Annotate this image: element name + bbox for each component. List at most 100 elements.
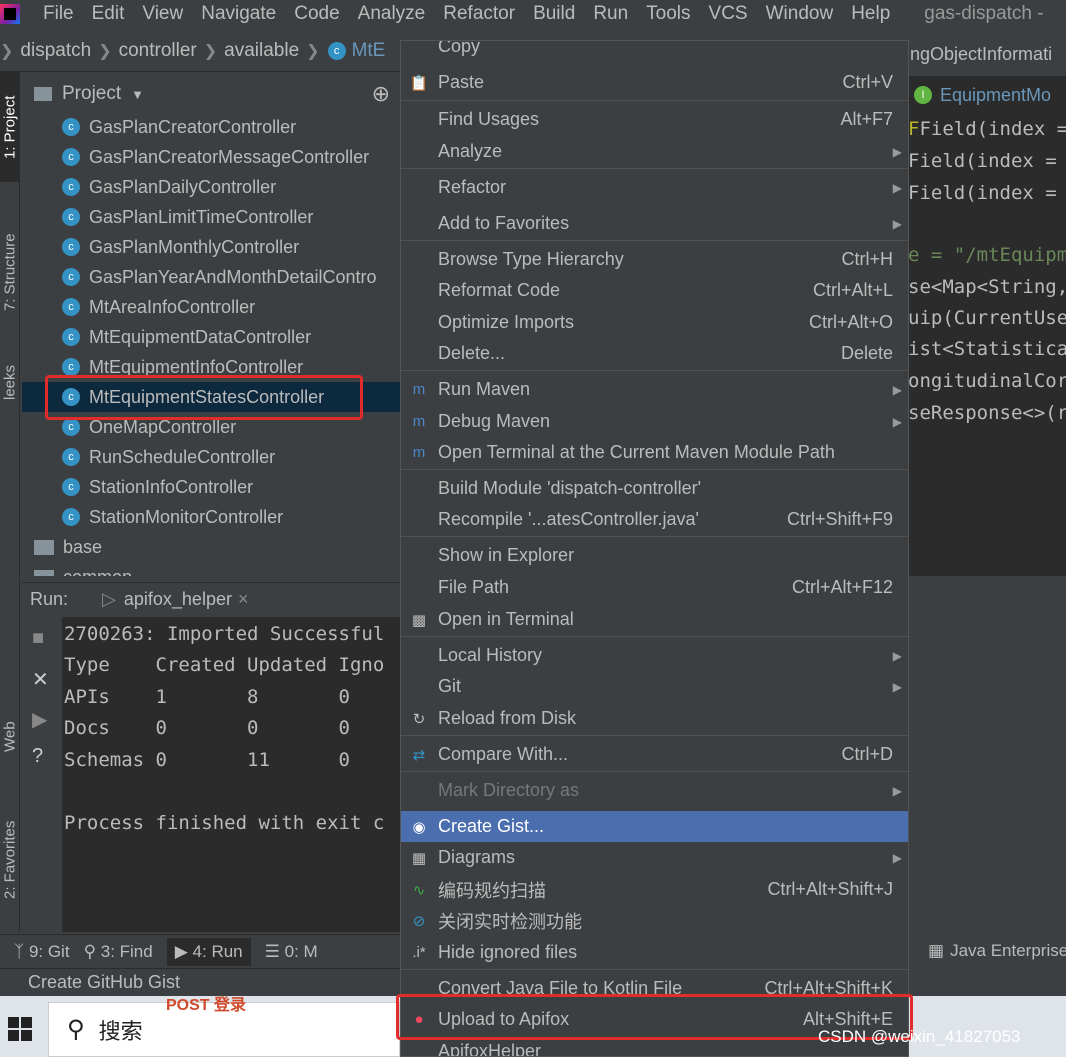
tree-item[interactable]: c GasPlanLimitTimeController <box>22 202 400 232</box>
menu-item-copy[interactable]: Copy <box>401 40 908 62</box>
tree-item-label: GasPlanCreatorController <box>89 116 297 137</box>
find-tool-button[interactable]: ⚲ 3: Find <box>84 942 153 962</box>
menu-build[interactable]: Build <box>533 3 575 25</box>
chevron-right-icon: ❯ <box>306 42 320 60</box>
menu-item-file-path[interactable]: File Path Ctrl+Alt+F12 <box>401 572 908 603</box>
menu-item-debug-maven[interactable]: m Debug Maven ▶ <box>401 406 908 437</box>
menu-item-label: Recompile '...atesController.java' <box>438 509 699 529</box>
tree-item[interactable]: c GasPlanMonthlyController <box>22 232 400 262</box>
tab-structure[interactable]: 7: Structure <box>0 212 20 332</box>
chevron-right-icon: ❯ <box>0 42 14 60</box>
list-icon: ☰ <box>264 941 280 961</box>
tree-folder-common[interactable]: common <box>22 562 400 576</box>
menu-item-find-usages[interactable]: Find Usages Alt+F7 <box>401 104 908 135</box>
stop-icon[interactable]: ■ <box>32 627 44 650</box>
menu-item-label: Hide ignored files <box>438 942 578 962</box>
tab-project[interactable]: 1: Project <box>0 72 20 182</box>
code-line: seResponse<>(r <box>908 402 1066 424</box>
menu-item-recompile-atescontroller-java[interactable]: Recompile '...atesController.java' Ctrl+S… <box>401 504 908 535</box>
menu-item-compare-with[interactable]: ⇄ Compare With... Ctrl+D <box>401 739 908 770</box>
menu-item-show-in-explorer[interactable]: Show in Explorer <box>401 540 908 571</box>
tab-leeks[interactable]: leeks <box>0 352 20 412</box>
run-tab[interactable]: ▷ apifox_helper × <box>102 589 248 610</box>
menu-item-paste[interactable]: 📋 Paste Ctrl+V <box>401 67 908 98</box>
console-output[interactable]: 2700263: Imported Successful Type Create… <box>62 617 400 932</box>
menu-item[interactable]: ⊘ 关闭实时检测功能 <box>401 905 908 936</box>
tree-item[interactable]: c StationMonitorController <box>22 502 400 532</box>
tree-folder-base[interactable]: base <box>22 532 400 562</box>
tree-item[interactable]: c GasPlanYearAndMonthDetailContro <box>22 262 400 292</box>
menu-item-run-maven[interactable]: m Run Maven ▶ <box>401 374 908 405</box>
menu-tools[interactable]: Tools <box>646 3 690 25</box>
menu-item-reformat-code[interactable]: Reformat Code Ctrl+Alt+L <box>401 275 908 306</box>
class-icon: c <box>62 118 80 136</box>
menu-item-hide-ignored-files[interactable]: .i* Hide ignored files <box>401 937 908 968</box>
menu-item-delete[interactable]: Delete... Delete <box>401 338 908 369</box>
tree-item[interactable]: c GasPlanDailyController <box>22 172 400 202</box>
todo-tool-button[interactable]: ☰ 0: M <box>265 942 318 962</box>
menu-item-analyze[interactable]: Analyze ▶ <box>401 136 908 167</box>
breadcrumb-file[interactable]: MtE <box>352 40 386 62</box>
rerun-icon[interactable]: ▶ <box>32 707 47 732</box>
menu-item-create-gist[interactable]: ◉ Create Gist... <box>401 811 908 842</box>
menu-item-refactor[interactable]: Refactor ▶ <box>401 172 908 203</box>
menu-file[interactable]: File <box>43 3 74 25</box>
menu-vcs[interactable]: VCS <box>709 3 748 25</box>
close-icon[interactable]: × <box>238 589 249 609</box>
menu-item-local-history[interactable]: Local History ▶ <box>401 640 908 671</box>
run-tool-button[interactable]: ▶ 4: Run <box>166 937 251 966</box>
code-line: e = "/mtEquipm <box>908 244 1066 266</box>
tab-favorites[interactable]: 2: Favorites <box>0 800 20 920</box>
tree-item[interactable]: c RunScheduleController <box>22 442 400 472</box>
maven-terminal-icon: m <box>412 444 426 461</box>
windows-start-icon[interactable] <box>0 1000 40 1057</box>
menu-item-optimize-imports[interactable]: Optimize Imports Ctrl+Alt+O <box>401 307 908 338</box>
menu-item-label: Open Terminal at the Current Maven Modul… <box>438 442 835 462</box>
menu-item-git[interactable]: Git ▶ <box>401 671 908 702</box>
menu-run[interactable]: Run <box>593 3 628 25</box>
menu-view[interactable]: View <box>142 3 183 25</box>
tree-item[interactable]: c MtEquipmentDataController <box>22 322 400 352</box>
tree-item[interactable]: c GasPlanCreatorMessageController <box>22 142 400 172</box>
menu-item-open-terminal-at-the-current-maven-module-path[interactable]: m Open Terminal at the Current Maven Modu… <box>401 437 908 468</box>
code-line: ist<Statistica <box>908 338 1066 360</box>
menu-item[interactable]: ∿ 编码规约扫描 Ctrl+Alt+Shift+J <box>401 874 908 905</box>
git-tool-button[interactable]: ᛉ 9: Git <box>14 942 70 962</box>
menu-navigate[interactable]: Navigate <box>201 3 276 25</box>
menu-code[interactable]: Code <box>294 3 339 25</box>
close-icon[interactable]: ✕ <box>32 667 49 692</box>
tree-item[interactable]: c StationInfoController <box>22 472 400 502</box>
editor-tab-2[interactable]: I EquipmentMo <box>900 80 1066 110</box>
target-icon[interactable]: ⊕ <box>372 81 390 107</box>
menu-separator <box>401 469 908 470</box>
menu-item-open-in-terminal[interactable]: ▩ Open in Terminal <box>401 604 908 635</box>
menu-window[interactable]: Window <box>766 3 834 25</box>
code-editor[interactable]: FField(index = Field(index = Field(index… <box>900 76 1066 576</box>
menu-analyze[interactable]: Analyze <box>358 3 426 25</box>
menu-refactor[interactable]: Refactor <box>443 3 515 25</box>
project-header[interactable]: Project ▼ ⊕ <box>22 76 400 112</box>
menu-item-build-module-dispatch-controller[interactable]: Build Module 'dispatch-controller' <box>401 473 908 504</box>
breadcrumb-available[interactable]: available <box>224 40 299 62</box>
menu-item-browse-type-hierarchy[interactable]: Browse Type Hierarchy Ctrl+H <box>401 244 908 275</box>
tree-item[interactable]: c GasPlanCreatorController <box>22 112 400 142</box>
tree-item[interactable]: c MtAreaInfoController <box>22 292 400 322</box>
context-menu: Copy 📋 Paste Ctrl+V Find Usages Alt+F7 Analyze… <box>400 40 909 1057</box>
menu-item-add-to-favorites[interactable]: Add to Favorites ▶ <box>401 208 908 239</box>
tree-item-label: StationMonitorController <box>89 506 284 527</box>
editor-tab-1[interactable]: ngObjectInformati <box>910 44 1052 65</box>
java-enterprise-button[interactable]: Java Enterprise <box>950 941 1066 961</box>
code-line: se<Map<String, <box>908 276 1066 298</box>
menu-help[interactable]: Help <box>851 3 890 25</box>
breadcrumb-dispatch[interactable]: dispatch <box>20 40 91 62</box>
tab-web[interactable]: Web <box>0 702 20 772</box>
menu-item-label: Copy <box>438 40 481 56</box>
console-line: Process finished with exit c <box>64 812 385 834</box>
breadcrumb-controller[interactable]: controller <box>119 40 197 62</box>
menu-edit[interactable]: Edit <box>92 3 125 25</box>
menu-item-label: Open in Terminal <box>438 609 574 629</box>
chevron-down-icon[interactable]: ▼ <box>131 87 144 102</box>
menu-item-diagrams[interactable]: ▦ Diagrams ▶ <box>401 842 908 873</box>
help-icon[interactable]: ? <box>32 745 43 768</box>
menu-item-reload-from-disk[interactable]: ↻ Reload from Disk <box>401 703 908 734</box>
